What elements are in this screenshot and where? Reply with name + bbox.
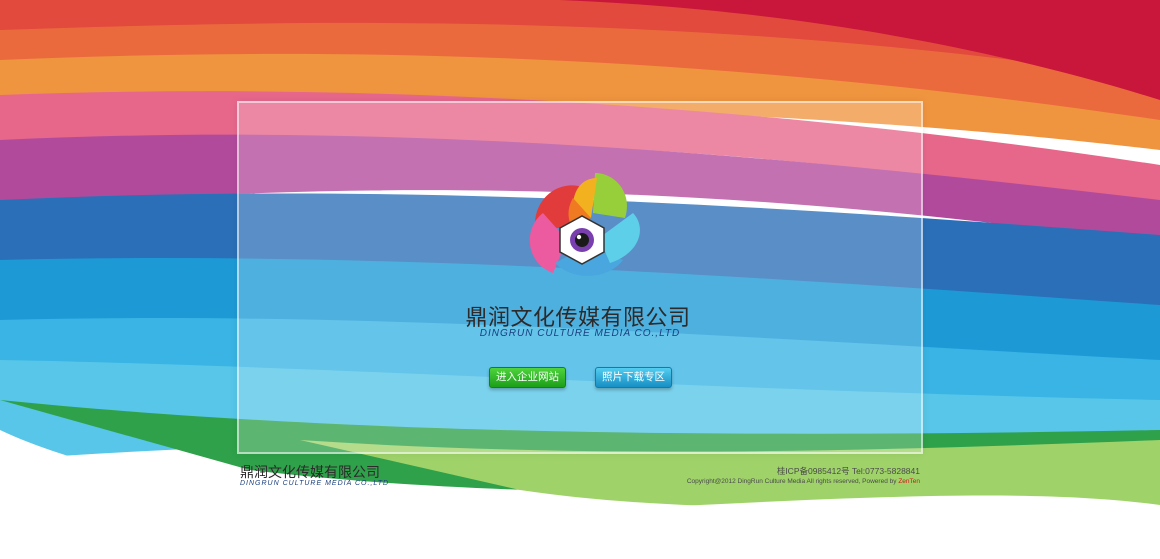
footer-icp-info: 桂ICP备0985412号 Tel:0773-5828841 (776, 466, 920, 476)
powered-by-link[interactable]: ZenTen (898, 478, 920, 485)
copyright-text: Copyright@2012 DingRun Culture Media All… (686, 478, 897, 485)
footer-brand-en: DINGRUN CULTURE MEDIA CO.,LTD (240, 480, 390, 487)
company-logo-icon (529, 173, 640, 276)
photo-download-button[interactable]: 照片下载专区 (595, 367, 672, 388)
footer-brand-cn: 鼎润文化传媒有限公司 (240, 465, 380, 481)
footer-copyright: Copyright@2012 DingRun Culture Media All… (640, 478, 920, 485)
enter-website-button[interactable]: 进入企业网站 (489, 367, 566, 388)
brand-name-en: DINGRUN CULTURE MEDIA CO.,LTD (479, 328, 681, 339)
